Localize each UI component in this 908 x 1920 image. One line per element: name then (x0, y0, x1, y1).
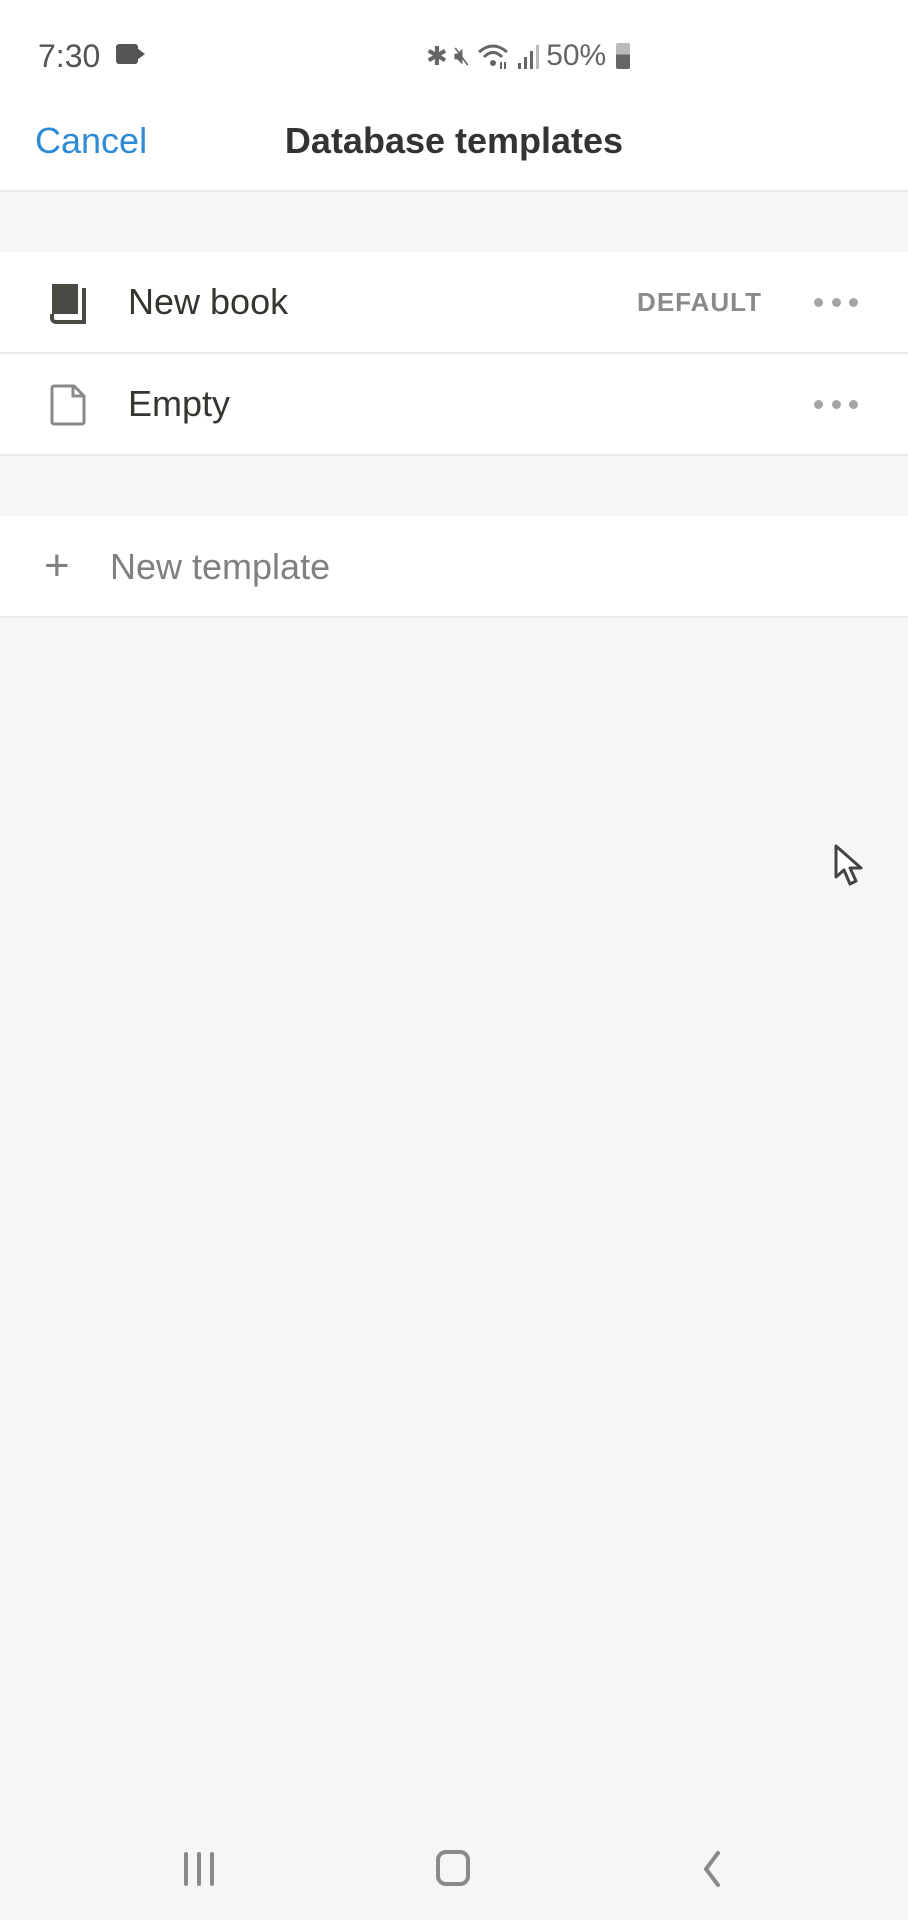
template-row-empty[interactable]: Empty (0, 354, 908, 456)
home-icon[interactable] (436, 1850, 470, 1886)
template-label: Empty (128, 383, 231, 424)
status-time: 7:30 (38, 38, 101, 74)
page-title: Database templates (284, 120, 624, 161)
status-icons: ✱ 🔇︎ 50% (426, 36, 631, 76)
book-icon (50, 284, 86, 324)
wifi-icon (478, 44, 509, 69)
template-list: New book DEFAULT Empty (0, 252, 908, 456)
page-icon (50, 384, 86, 426)
signal-icon (518, 45, 540, 69)
status-bar: 7:30 ✱ 🔇︎ 50% (0, 0, 908, 100)
default-badge: DEFAULT (637, 286, 762, 317)
battery-icon (616, 43, 631, 69)
template-label: New book (128, 281, 289, 322)
video-camera-icon (116, 44, 145, 64)
more-icon[interactable] (814, 394, 858, 414)
back-icon[interactable] (698, 1850, 728, 1888)
battery-percent: 50% (546, 39, 607, 72)
header: Cancel Database templates (0, 100, 908, 192)
bluetooth-icon: ✱ (426, 40, 448, 71)
template-row-new-book[interactable]: New book DEFAULT (0, 252, 908, 354)
system-nav-bar (0, 1800, 908, 1920)
plus-icon: + (44, 541, 70, 590)
more-icon[interactable] (814, 292, 858, 312)
mouse-cursor-icon (834, 844, 863, 886)
new-template-label: New template (110, 546, 331, 587)
recent-apps-icon[interactable] (184, 1852, 214, 1886)
mute-icon: 🔇︎ (453, 40, 471, 70)
new-template-button[interactable]: + New template (0, 516, 908, 618)
